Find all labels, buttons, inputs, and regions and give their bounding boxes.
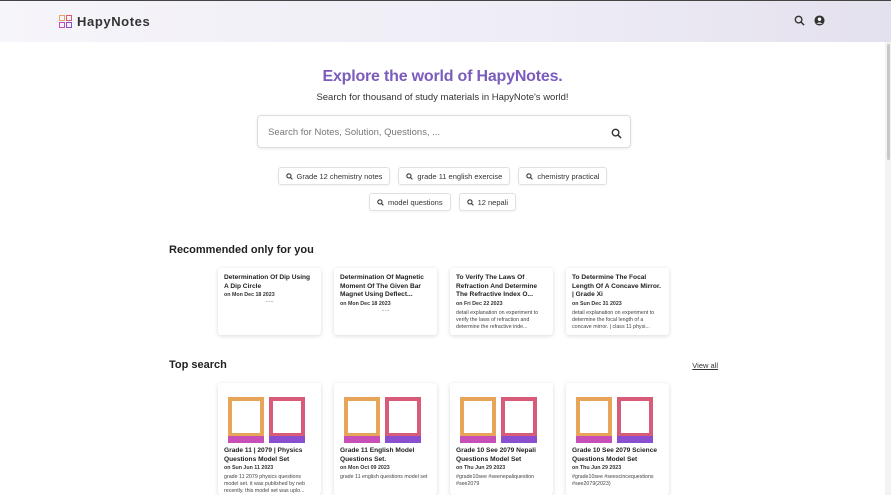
card-description: #grade10see #seenepaliquestion #see2079 bbox=[456, 474, 535, 487]
card-title: Determination Of Magnetic Moment Of The … bbox=[340, 274, 424, 298]
card-title: To Verify The Laws Of Refraction And Det… bbox=[456, 274, 538, 298]
search-icon[interactable] bbox=[611, 126, 622, 144]
card-description: ..... bbox=[381, 306, 390, 313]
note-card[interactable]: Grade 11 English Model Questions Set. on… bbox=[334, 383, 437, 495]
card-date: on Thu Jun 29 2023 bbox=[572, 465, 622, 471]
search-icon bbox=[406, 172, 414, 180]
card-date: on Sun Dec 31 2023 bbox=[572, 300, 622, 307]
card-date: on Thu Jun 29 2023 bbox=[456, 465, 506, 471]
card-thumbnail bbox=[450, 383, 553, 443]
note-card[interactable]: Grade 10 See 2079 Nepali Questions Model… bbox=[450, 383, 553, 495]
chip-label: chemistry practical bbox=[537, 171, 600, 181]
chip-label: Grade 12 chemistry notes bbox=[296, 171, 383, 181]
note-card[interactable]: Determination Of Dip Using A Dip Circle … bbox=[218, 268, 321, 335]
card-title: Determination Of Dip Using A Dip Circle bbox=[224, 274, 311, 290]
card-description: ..... bbox=[265, 298, 274, 304]
hero-title: Explore the world of HapyNotes. bbox=[322, 68, 563, 85]
search-icon bbox=[377, 198, 384, 206]
card-title: Grade 10 See 2079 Science Questions Mode… bbox=[572, 447, 658, 463]
search-icon bbox=[526, 172, 534, 180]
suggestion-chip[interactable]: 12 nepali bbox=[458, 193, 517, 211]
card-description: detail explanation on experiment to veri… bbox=[456, 309, 539, 330]
card-title: Grade 11 | 2079 | Physics Questions Mode… bbox=[224, 447, 303, 463]
suggestion-chips-row: Grade 12 chemistry notes grade 11 englis… bbox=[0, 167, 885, 185]
top-search-heading: Top search bbox=[169, 359, 227, 371]
view-all-link[interactable]: View all bbox=[692, 361, 718, 370]
card-description: grade 11 english questions model set bbox=[340, 474, 428, 480]
card-date: on Mon Oct 09 2023 bbox=[340, 465, 390, 471]
note-card[interactable]: Grade 10 See 2079 Science Questions Mode… bbox=[566, 383, 669, 495]
chip-label: grade 11 english exercise bbox=[417, 171, 503, 181]
suggestion-chip[interactable]: model questions bbox=[368, 193, 451, 211]
suggestion-chip[interactable]: chemistry practical bbox=[518, 167, 608, 185]
hero-subtitle: Search for thousand of study materials i… bbox=[316, 92, 569, 103]
note-card[interactable]: To Determine The Focal Length Of A Conca… bbox=[566, 268, 669, 335]
suggestion-chips-row: model questions 12 nepali bbox=[0, 193, 885, 211]
scrollbar-thumb[interactable] bbox=[887, 44, 890, 160]
note-card[interactable]: Grade 11 | 2079 | Physics Questions Mode… bbox=[218, 383, 321, 495]
search-icon[interactable] bbox=[794, 15, 805, 26]
card-description: #grade10see #seescincequestions #see2079… bbox=[572, 474, 654, 487]
card-thumbnail bbox=[334, 383, 437, 443]
suggestion-chip[interactable]: grade 11 english exercise bbox=[398, 167, 511, 185]
card-title: Grade 11 English Model Questions Set. bbox=[340, 447, 415, 463]
chip-label: model questions bbox=[387, 197, 443, 207]
card-description: detail explanation on experiment to dete… bbox=[572, 309, 655, 330]
top-search-list: Grade 11 | 2079 | Physics Questions Mode… bbox=[218, 383, 669, 495]
search-icon bbox=[466, 198, 474, 206]
search-input[interactable] bbox=[268, 124, 598, 140]
recommended-heading: Recommended only for you bbox=[169, 244, 314, 256]
top-navbar: HapyNotes bbox=[0, 0, 891, 42]
note-card[interactable]: Determination Of Magnetic Moment Of The … bbox=[334, 268, 437, 335]
recommended-list: Determination Of Dip Using A Dip Circle … bbox=[218, 268, 669, 335]
brand-logo[interactable]: HapyNotes bbox=[59, 14, 150, 29]
brand-name: HapyNotes bbox=[77, 14, 151, 29]
main-search-box bbox=[257, 115, 631, 148]
card-title: Grade 10 See 2079 Nepali Questions Model… bbox=[456, 447, 536, 463]
suggestion-chip[interactable]: Grade 12 chemistry notes bbox=[277, 167, 391, 185]
card-date: on Fri Dec 22 2023 bbox=[456, 300, 503, 307]
card-description: grade 11 2079 physics questions model se… bbox=[224, 474, 305, 494]
card-title: To Determine The Focal Length Of A Conca… bbox=[572, 274, 661, 298]
card-thumbnail bbox=[218, 383, 321, 443]
search-icon bbox=[285, 172, 293, 180]
card-thumbnail bbox=[566, 383, 669, 443]
chip-label: 12 nepali bbox=[477, 197, 509, 207]
card-date: on Sun Jun 11 2023 bbox=[224, 465, 274, 471]
user-circle-icon[interactable] bbox=[814, 15, 825, 26]
logo-icon bbox=[59, 14, 73, 29]
note-card[interactable]: To Verify The Laws Of Refraction And Det… bbox=[450, 268, 553, 335]
